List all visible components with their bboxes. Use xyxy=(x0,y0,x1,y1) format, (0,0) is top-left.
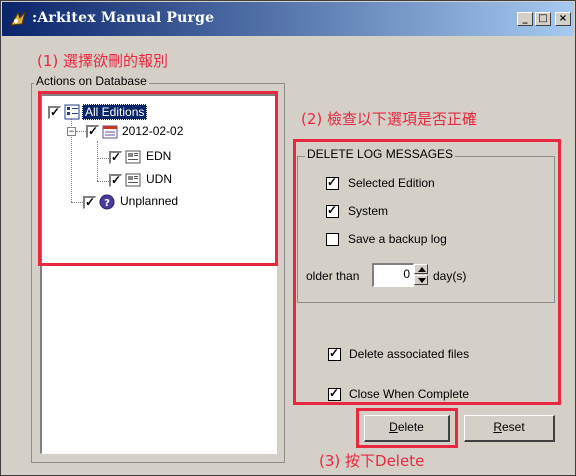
annotation-step1: (1) 選擇欲刪的報別 xyxy=(37,52,169,70)
highlight-box-step1 xyxy=(38,91,278,266)
highlight-box-step2 xyxy=(293,139,561,405)
close-button[interactable]: × xyxy=(555,12,571,26)
manual-purge-window: :Arkitex Manual Purge _ □ × (1) 選擇欲刪的報別 … xyxy=(0,0,576,476)
minimize-button[interactable]: _ xyxy=(517,12,533,26)
reset-accel: R xyxy=(493,420,502,434)
annotation-step2: (2) 檢查以下選項是否正確 xyxy=(301,110,478,128)
title-bar[interactable]: :Arkitex Manual Purge _ □ × xyxy=(2,2,574,36)
window-title: :Arkitex Manual Purge xyxy=(32,10,215,26)
annotation-step3: (3) 按下Delete xyxy=(319,452,425,470)
reset-button[interactable]: Reset xyxy=(464,415,555,442)
actions-group-legend: Actions on Database xyxy=(34,74,149,88)
app-icon xyxy=(8,9,28,29)
highlight-box-step3 xyxy=(356,408,458,448)
maximize-button[interactable]: □ xyxy=(535,12,551,26)
reset-label: eset xyxy=(501,420,525,434)
